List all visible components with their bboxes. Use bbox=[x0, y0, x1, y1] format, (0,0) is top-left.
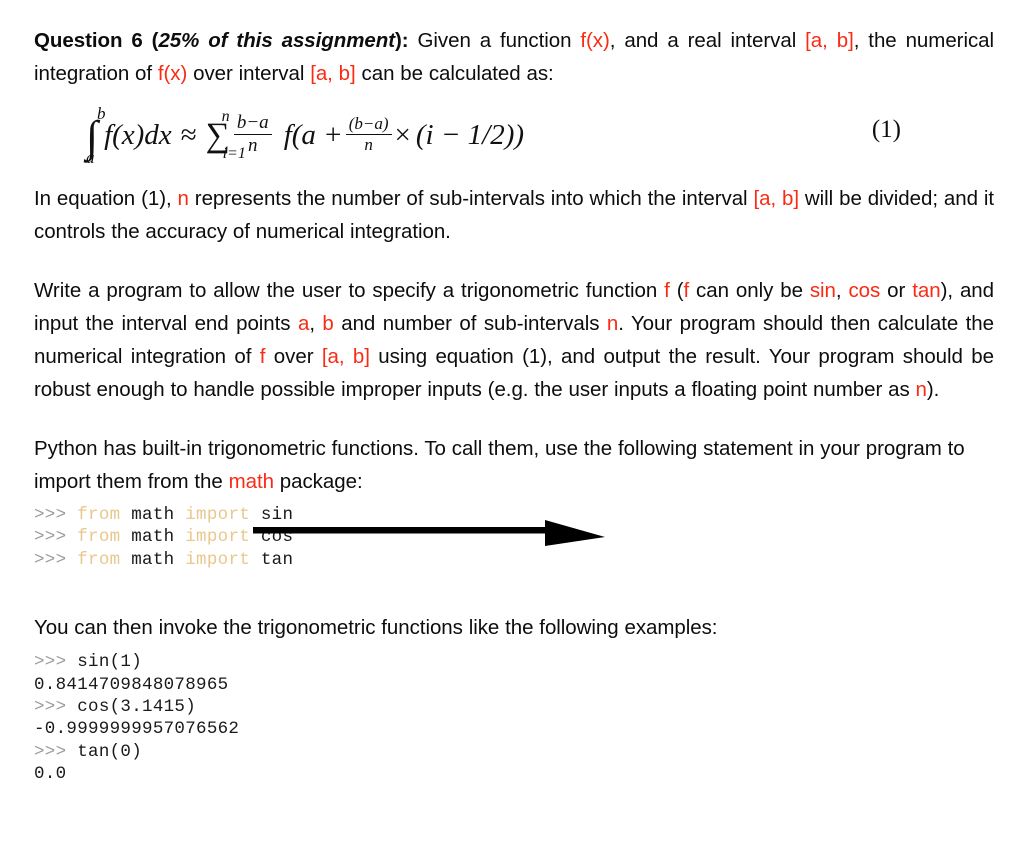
question-label: Question 6 ( bbox=[34, 29, 159, 52]
example-code-line: 0.0 bbox=[34, 763, 994, 785]
code-keyword: import bbox=[185, 549, 251, 570]
example-code-line: >>> tan(0) bbox=[34, 741, 994, 763]
code-keyword: from bbox=[77, 549, 121, 570]
intro-fx-2: f(x) bbox=[157, 62, 188, 85]
p3-func-sin: sin bbox=[809, 279, 836, 302]
equation-tail: (i − 1/2)) bbox=[415, 118, 525, 151]
p3-text-c: can only be bbox=[689, 279, 810, 302]
sum-symbol-group: ∑ n i=1 bbox=[206, 108, 246, 162]
p3-text-a: Write a program to allow the user to spe… bbox=[34, 279, 665, 302]
p3-text-d: , bbox=[835, 279, 849, 302]
code-text: sin bbox=[250, 505, 294, 525]
intro-interval-2: [a, b] bbox=[310, 62, 356, 85]
code-keyword: import bbox=[185, 505, 251, 525]
import-code-line: >>> from math import sin bbox=[34, 504, 994, 526]
fraction-2-numerator: (b−a) bbox=[348, 114, 389, 134]
p3-var-n-2: n bbox=[915, 378, 927, 401]
p3-text-j: over bbox=[265, 345, 322, 368]
equation-number: (1) bbox=[871, 116, 901, 143]
example-code-line: >>> cos(3.1415) bbox=[34, 696, 994, 718]
fraction-b-minus-a-over-n: b−a n bbox=[233, 112, 272, 156]
p3-var-b: b bbox=[322, 312, 334, 335]
integral-upper-limit: b bbox=[97, 104, 106, 124]
paragraph-equation-explanation: In equation (1), n represents the number… bbox=[34, 182, 994, 248]
example-code-line: 0.8414709848078965 bbox=[34, 674, 994, 696]
p3-text-l: ). bbox=[926, 378, 940, 401]
p3-func-cos: cos bbox=[848, 279, 881, 302]
intro-text-d: over interval bbox=[187, 62, 311, 85]
p2-var-n: n bbox=[177, 187, 189, 210]
code-block-examples: >>> sin(1) 0.8414709848078965 >>> cos(3.14… bbox=[34, 651, 994, 785]
integrand: f(x)dx bbox=[104, 118, 172, 151]
import-code-line: >>> from math import tan bbox=[34, 549, 994, 571]
code-text: sin(1) bbox=[77, 652, 143, 673]
fraction-b-minus-a-paren-over-n: (b−a) n bbox=[345, 114, 392, 154]
intro-fx-1: f(x) bbox=[580, 29, 610, 52]
p3-var-n-1: n bbox=[606, 312, 619, 335]
p3-func-tan: tan bbox=[912, 279, 941, 302]
import-code-line: >>> from math import cos bbox=[34, 526, 994, 548]
f-open-paren: f(a + bbox=[283, 118, 343, 151]
fraction-1-numerator: b−a bbox=[236, 112, 269, 134]
code-keyword: import bbox=[185, 527, 251, 548]
repl-prompt: >>> bbox=[34, 505, 78, 525]
code-block-imports: >>> from math import sin >>> from math im… bbox=[34, 504, 994, 571]
code-text: cos(3.1415) bbox=[77, 697, 197, 718]
code-text: 0.0 bbox=[34, 764, 67, 785]
paragraph-invoke-examples: You can then invoke the trigonometric fu… bbox=[34, 616, 718, 640]
paragraph-task-description: Write a program to allow the user to spe… bbox=[34, 274, 994, 406]
question-intro-paragraph: Question 6 (25% of this assignment): Giv… bbox=[34, 24, 994, 90]
p3-interval: [a, b] bbox=[321, 345, 370, 368]
intro-text-b: , and a real interval bbox=[609, 29, 806, 52]
code-text: math bbox=[120, 527, 186, 548]
code-keyword: from bbox=[77, 505, 121, 525]
equation-expression: ∫ b a f(x)dx ≈ ∑ n i=1 b−a n f(a + (b−a) n × (i − 1/2)… bbox=[86, 102, 524, 168]
intro-text-a: Given a function bbox=[408, 29, 581, 52]
example-code-line: >>> sin(1) bbox=[34, 651, 994, 673]
p2-text-a: In equation (1), bbox=[34, 187, 178, 210]
code-text: -0.9999999957076562 bbox=[34, 719, 240, 740]
example-code-line: -0.9999999957076562 bbox=[34, 718, 994, 740]
code-text: math bbox=[120, 505, 186, 525]
p4-text-b: package: bbox=[273, 470, 363, 493]
code-keyword: from bbox=[77, 527, 121, 548]
p3-text-b: ( bbox=[669, 279, 684, 302]
intro-interval-1: [a, b] bbox=[805, 29, 854, 52]
question-label-end: ): bbox=[395, 29, 409, 52]
document-page: Question 6 (25% of this assignment): Giv… bbox=[0, 0, 1024, 854]
p2-interval: [a, b] bbox=[753, 187, 800, 210]
code-text: tan(0) bbox=[77, 741, 143, 762]
integral-lower-limit: a bbox=[86, 148, 95, 167]
paragraph-import-instructions: Python has built-in trigonometric functi… bbox=[34, 432, 994, 498]
approx-symbol: ≈ bbox=[180, 118, 197, 151]
intro-text-e: can be calculated as: bbox=[355, 62, 554, 85]
p4-math-package: math bbox=[228, 470, 274, 493]
code-text: math bbox=[120, 549, 186, 570]
repl-prompt: >>> bbox=[34, 697, 78, 718]
repl-prompt: >>> bbox=[34, 527, 78, 548]
p3-var-a: a bbox=[297, 312, 310, 335]
code-text: tan bbox=[250, 549, 294, 570]
fraction-1-denominator: n bbox=[233, 133, 272, 156]
fraction-2-denominator: n bbox=[345, 133, 392, 154]
repl-prompt: >>> bbox=[34, 549, 78, 570]
question-weight: 25% of this assignment bbox=[158, 29, 396, 52]
times-symbol: × bbox=[394, 118, 411, 151]
code-text: 0.8414709848078965 bbox=[34, 674, 229, 695]
sum-upper-limit: n bbox=[221, 108, 230, 125]
integral-symbol-group: ∫ b a bbox=[86, 106, 106, 166]
p3-text-e: or bbox=[880, 279, 913, 302]
p3-text-g: , bbox=[309, 312, 323, 335]
equation-row: ∫ b a f(x)dx ≈ ∑ n i=1 b−a n f(a + (b−a) n × (i − 1/2)… bbox=[34, 102, 994, 168]
code-text: cos bbox=[250, 527, 294, 548]
repl-prompt: >>> bbox=[34, 652, 78, 673]
repl-prompt: >>> bbox=[34, 741, 78, 762]
p4-text-a: Python has built-in trigonometric functi… bbox=[34, 437, 965, 493]
p2-text-b: represents the number of sub-intervals i… bbox=[188, 187, 754, 210]
p3-text-h: and number of sub-intervals bbox=[333, 312, 607, 335]
